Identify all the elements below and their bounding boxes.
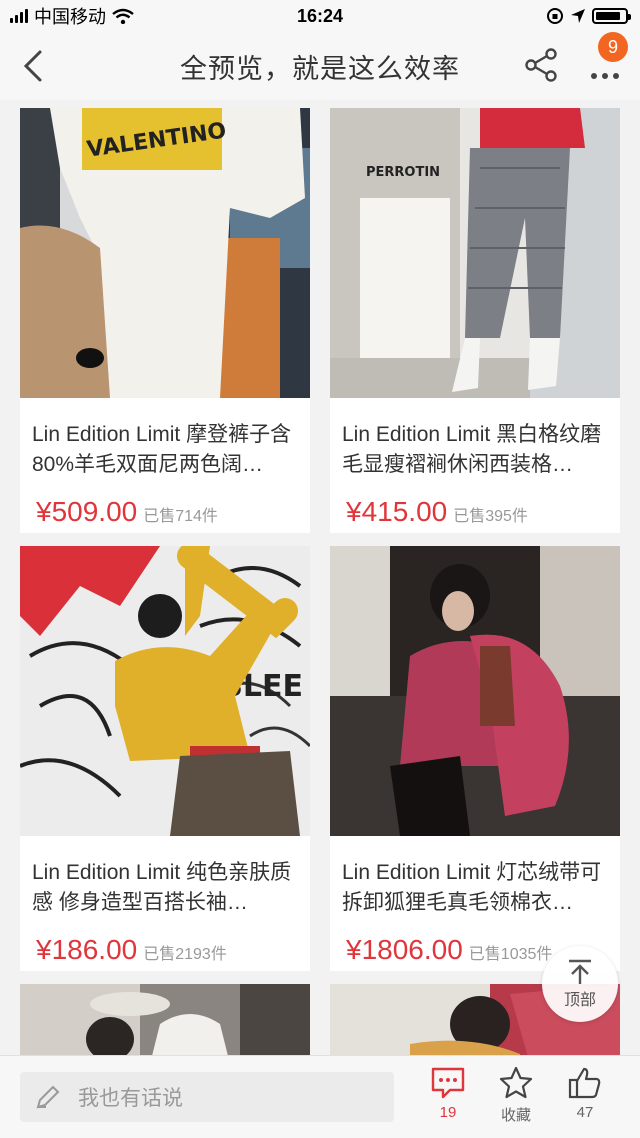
- price-row: ¥509.00 已售714件: [36, 496, 218, 528]
- product-title[interactable]: Lin Edition Limit 纯色亲肤质感 修身造型百搭长袖…: [32, 858, 304, 918]
- favorite-label: 收藏: [500, 1107, 531, 1124]
- product-grid: VALENTINO Lin Edition Limit 摩登裤子含80%羊毛双面…: [0, 100, 640, 1055]
- image-text-perrotin: PERROTIN: [366, 165, 440, 180]
- product-title[interactable]: Lin Edition Limit 灯芯绒带可拆卸狐狸毛真毛领棉衣…: [342, 858, 614, 918]
- product-card[interactable]: Lin Edition Limit 灯芯绒带可拆卸狐狸毛真毛领棉衣… ¥1806…: [330, 546, 620, 971]
- product-price: ¥1806.00: [346, 934, 463, 965]
- pencil-icon: [36, 1085, 60, 1109]
- like-button[interactable]: 47: [555, 1066, 615, 1121]
- battery-icon: [592, 8, 631, 24]
- like-count: 47: [576, 1104, 594, 1121]
- product-image[interactable]: [330, 546, 620, 836]
- price-row: ¥415.00 已售395件: [346, 496, 528, 528]
- back-to-top-label: 顶部: [563, 992, 596, 1009]
- comment-count: 19: [439, 1104, 457, 1121]
- price-row: ¥186.00 已售2193件: [36, 934, 227, 966]
- comment-input[interactable]: 我也有话说: [20, 1072, 394, 1122]
- status-right: [546, 7, 631, 25]
- sold-count: 已售714件: [143, 508, 218, 525]
- product-image[interactable]: PERROTIN: [330, 108, 620, 398]
- favorite-button[interactable]: 收藏: [486, 1066, 546, 1125]
- sold-count: 已售2193件: [143, 946, 227, 963]
- status-bar: 中国移动 16:24: [0, 0, 640, 32]
- chevron-left-icon: [23, 50, 42, 82]
- product-card[interactable]: VALENTINO Lin Edition Limit 摩登裤子含80%羊毛双面…: [20, 108, 310, 533]
- product-card[interactable]: BLEE Lin Edition Limit 纯色亲肤质感 修身造型百搭长袖… …: [20, 546, 310, 971]
- location-icon: [571, 9, 585, 23]
- price-row: ¥1806.00 已售1035件: [346, 934, 552, 966]
- status-left: 中国移动: [10, 3, 134, 29]
- product-card[interactable]: PERROTIN Lin Edition Limit 黑白格纹磨毛显瘦褶裥休闲西…: [330, 108, 620, 533]
- product-price: ¥415.00: [346, 496, 448, 527]
- comment-icon: [431, 1067, 465, 1099]
- back-button[interactable]: [18, 48, 50, 84]
- thumbs-up-icon: [568, 1067, 601, 1099]
- comment-placeholder: 我也有话说: [78, 1087, 183, 1110]
- product-card[interactable]: [20, 984, 310, 1055]
- page-title: 全预览，就是这么效率: [180, 53, 460, 84]
- rotation-lock-icon: [547, 8, 563, 24]
- product-title[interactable]: Lin Edition Limit 摩登裤子含80%羊毛双面尼两色阔…: [32, 420, 304, 480]
- signal-icon: [10, 9, 28, 23]
- product-image[interactable]: VALENTINO: [20, 108, 310, 398]
- arrow-up-icon: [569, 959, 591, 984]
- comments-button[interactable]: 19: [418, 1066, 478, 1121]
- bottom-bar: 我也有话说 19 收藏 47: [0, 1055, 640, 1138]
- sold-count: 已售395件: [453, 508, 528, 525]
- star-icon: [499, 1066, 533, 1099]
- carrier-label: 中国移动: [34, 7, 106, 27]
- notification-badge: 9: [598, 32, 628, 62]
- share-icon: [525, 48, 557, 82]
- wifi-icon: [112, 8, 134, 24]
- product-price: ¥186.00: [36, 934, 138, 965]
- back-to-top-button[interactable]: 顶部: [542, 946, 618, 1022]
- nav-bar: 全预览，就是这么效率 9: [0, 32, 640, 100]
- product-image[interactable]: [20, 984, 310, 1055]
- product-price: ¥509.00: [36, 496, 138, 527]
- product-title[interactable]: Lin Edition Limit 黑白格纹磨毛显瘦褶裥休闲西装格…: [342, 420, 614, 480]
- share-button[interactable]: [522, 46, 560, 84]
- sold-count: 已售1035件: [468, 946, 553, 963]
- product-image[interactable]: BLEE: [20, 546, 310, 836]
